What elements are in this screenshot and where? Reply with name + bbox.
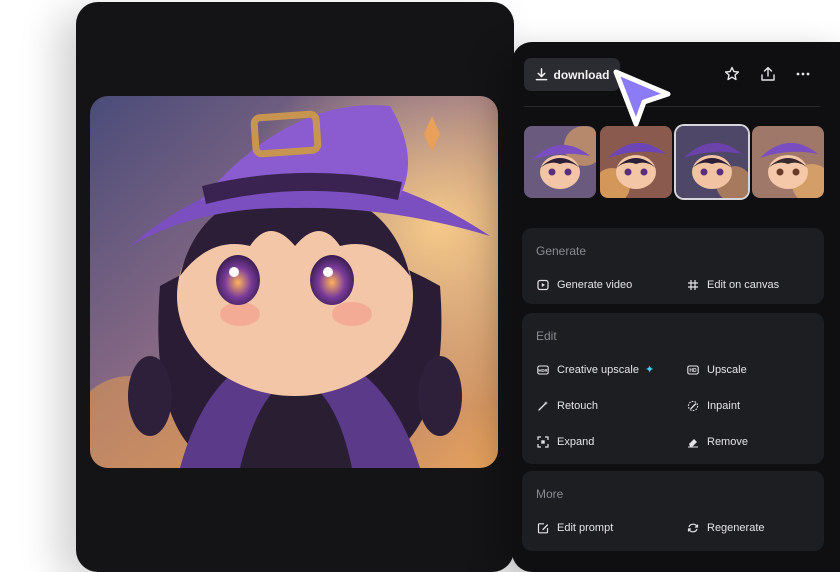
edit-prompt-icon <box>536 521 549 534</box>
regenerate-label: Regenerate <box>707 521 765 534</box>
remove-label: Remove <box>707 435 748 448</box>
regenerate-button[interactable]: Regenerate <box>686 521 765 534</box>
more-icon[interactable] <box>793 64 813 84</box>
edit-on-canvas-button[interactable]: Edit on canvas <box>686 278 779 291</box>
download-icon <box>535 68 547 81</box>
thumbnail-variation-2[interactable] <box>600 126 672 198</box>
expand-icon <box>536 435 549 448</box>
retouch-label: Retouch <box>557 399 598 412</box>
thumbnail-variation-4[interactable] <box>752 126 824 198</box>
generate-title: Generate <box>536 244 587 258</box>
upscale-button[interactable]: HD Upscale <box>686 363 747 376</box>
edit-on-canvas-label: Edit on canvas <box>707 278 780 291</box>
expand-label: Expand <box>557 435 595 448</box>
thumbnail-variation-3[interactable] <box>676 126 748 198</box>
expand-button[interactable]: Expand <box>536 435 594 448</box>
retouch-button[interactable]: Retouch <box>536 399 598 412</box>
sparkle-icon: ✦ <box>644 364 655 376</box>
pointer-cursor-icon <box>606 64 678 135</box>
star-icon[interactable] <box>722 64 742 84</box>
creative-upscale-button[interactable]: HDR Creative upscale ✦ <box>536 363 654 376</box>
inpaint-icon <box>686 399 699 412</box>
share-icon[interactable] <box>758 64 778 84</box>
edit-prompt-button[interactable]: Edit prompt <box>536 521 613 534</box>
magic-wand-icon <box>536 399 549 412</box>
edit-title: Edit <box>536 329 557 343</box>
generate-section: Generate Generate video Edit on canvas <box>522 228 824 304</box>
hd-icon: HD <box>686 363 699 376</box>
edit-section: Edit HDR Creative upscale ✦ HD Upscale R… <box>522 313 824 464</box>
generated-image[interactable] <box>90 96 498 468</box>
eraser-icon <box>686 435 699 448</box>
grid-icon <box>686 278 699 291</box>
thumbnail-variation-1[interactable] <box>524 126 596 198</box>
play-icon <box>536 278 549 291</box>
svg-text:HD: HD <box>689 367 697 373</box>
creative-upscale-label: Creative upscale <box>557 363 639 376</box>
svg-text:HDR: HDR <box>538 367 547 372</box>
download-label: download <box>553 67 610 82</box>
generate-video-label: Generate video <box>557 278 633 291</box>
inpaint-label: Inpaint <box>707 399 741 412</box>
upscale-label: Upscale <box>707 363 747 376</box>
hdr-icon: HDR <box>536 363 549 376</box>
generate-video-button[interactable]: Generate video <box>536 278 632 291</box>
regenerate-icon <box>686 521 699 534</box>
inpaint-button[interactable]: Inpaint <box>686 399 740 412</box>
more-title: More <box>536 487 564 501</box>
edit-prompt-label: Edit prompt <box>557 521 614 534</box>
more-section: More Edit prompt Regenerate <box>522 471 824 551</box>
remove-button[interactable]: Remove <box>686 435 748 448</box>
